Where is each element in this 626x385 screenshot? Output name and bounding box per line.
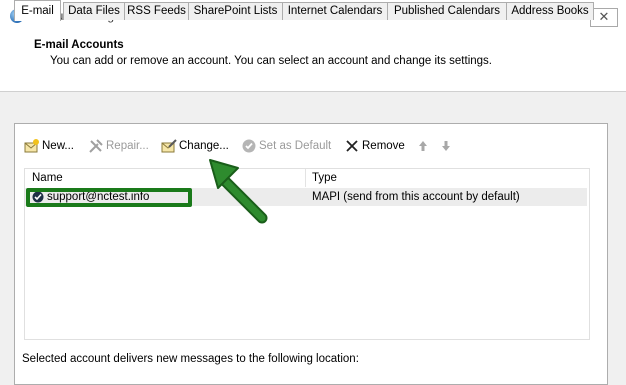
header-title: E-mail Accounts [34, 39, 124, 51]
tab-published-calendars[interactable]: Published Calendars [387, 2, 507, 20]
tab-sharepoint-lists-label: SharePoint Lists [193, 5, 278, 17]
account-type-cell: MAPI (send from this account by default) [312, 191, 520, 203]
close-button[interactable]: ✕ [590, 8, 618, 27]
change-account-icon [161, 139, 177, 153]
tab-email-label: E-mail [21, 5, 54, 17]
delivery-location-label: Selected account delivers new messages t… [22, 353, 359, 365]
tab-data-files-label: Data Files [68, 5, 120, 17]
tab-data-files[interactable]: Data Files [63, 2, 125, 20]
header-subtitle: You can add or remove an account. You ca… [50, 55, 492, 67]
new-account-icon [24, 138, 39, 153]
new-button-label: New... [42, 140, 74, 152]
column-divider[interactable] [305, 169, 306, 187]
column-header-name[interactable]: Name [32, 169, 63, 187]
column-header-type[interactable]: Type [312, 169, 337, 187]
tab-rss-feeds[interactable]: RSS Feeds [124, 2, 189, 20]
remove-x-icon [346, 140, 358, 152]
new-button[interactable]: New... [24, 137, 74, 155]
header-section: E-mail Accounts You can add or remove an… [0, 33, 626, 91]
tab-internet-calendars-label: Internet Calendars [287, 5, 383, 17]
annotation-arrow-icon [209, 159, 268, 224]
header-divider [0, 91, 626, 92]
move-up-arrow-icon[interactable] [418, 140, 428, 152]
account-highlight-box [26, 188, 192, 207]
tab-internet-calendars[interactable]: Internet Calendars [282, 2, 388, 20]
tools-icon [89, 139, 103, 153]
tab-rss-feeds-label: RSS Feeds [127, 5, 186, 17]
tab-published-calendars-label: Published Calendars [393, 5, 501, 17]
tab-sharepoint-lists[interactable]: SharePoint Lists [188, 2, 283, 20]
remove-button[interactable]: Remove [344, 137, 405, 155]
repair-button-label: Repair... [106, 140, 149, 152]
tab-email[interactable]: E-mail [14, 0, 61, 21]
tab-address-books-label: Address Books [511, 5, 589, 17]
move-down-arrow-icon[interactable] [441, 140, 451, 152]
tab-address-books[interactable]: Address Books [506, 2, 594, 20]
remove-button-label: Remove [362, 140, 405, 152]
repair-button[interactable]: Repair... [88, 137, 149, 155]
